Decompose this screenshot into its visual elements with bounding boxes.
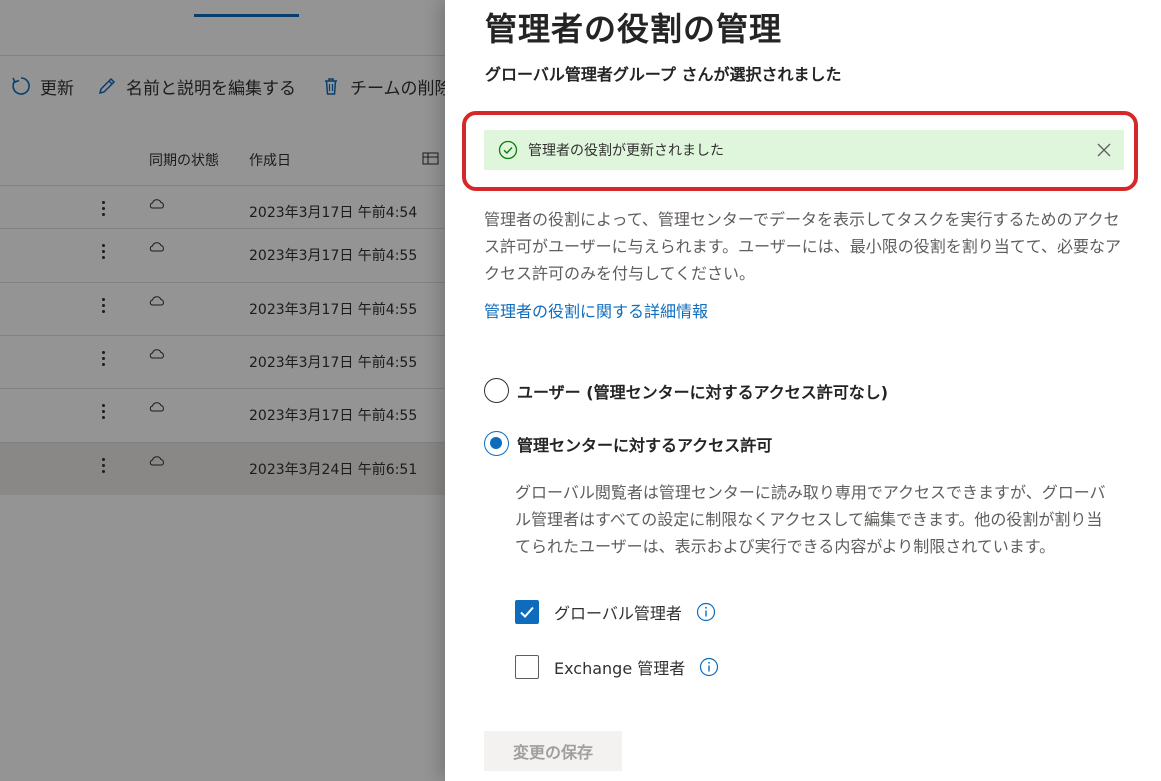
radio-admin-label: 管理センターに対するアクセス許可 xyxy=(517,435,773,455)
panel-subtitle: グローバル管理者グループ さんが選択されました xyxy=(485,65,842,84)
exchange-admin-option[interactable]: Exchange 管理者 xyxy=(515,655,719,679)
save-changes-button[interactable]: 変更の保存 xyxy=(484,731,622,771)
info-icon[interactable] xyxy=(696,602,716,622)
manage-admin-roles-panel: 管理者の役割の管理 グローバル管理者グループ さんが選択されました 管理者の役割… xyxy=(445,0,1161,781)
global-admin-label: グローバル管理者 xyxy=(554,604,682,623)
radio-admin[interactable] xyxy=(484,431,509,456)
learn-more-link[interactable]: 管理者の役割に関する詳細情報 xyxy=(484,298,708,322)
radio-user[interactable] xyxy=(484,378,509,403)
panel-title: 管理者の役割の管理 xyxy=(485,10,783,48)
modal-overlay[interactable] xyxy=(0,0,445,781)
radio-user-label: ユーザー (管理センターに対するアクセス許可なし) xyxy=(517,382,889,402)
checkmark-icon xyxy=(520,606,534,618)
global-admin-option[interactable]: グローバル管理者 xyxy=(515,600,716,624)
info-icon[interactable] xyxy=(699,657,719,677)
check-circle-icon xyxy=(498,140,518,160)
close-icon[interactable] xyxy=(1094,140,1114,160)
global-admin-checkbox[interactable] xyxy=(515,600,539,624)
roles-description: 管理者の役割によって、管理センターでデータを表示してタスクを実行するためのアクセ… xyxy=(484,210,1121,283)
admin-access-description: グローバル閲覧者は管理センターに読み取り専用でアクセスできますが、グローバル管理… xyxy=(515,483,1106,556)
radio-user-option[interactable]: ユーザー (管理センターに対するアクセス許可なし) xyxy=(484,378,888,403)
radio-admin-option[interactable]: 管理センターに対するアクセス許可 xyxy=(484,431,772,456)
success-message-text: 管理者の役割が更新されました xyxy=(528,143,724,159)
exchange-admin-label: Exchange 管理者 xyxy=(554,659,686,678)
exchange-admin-checkbox[interactable] xyxy=(515,655,539,679)
success-message-bar: 管理者の役割が更新されました xyxy=(484,130,1124,170)
